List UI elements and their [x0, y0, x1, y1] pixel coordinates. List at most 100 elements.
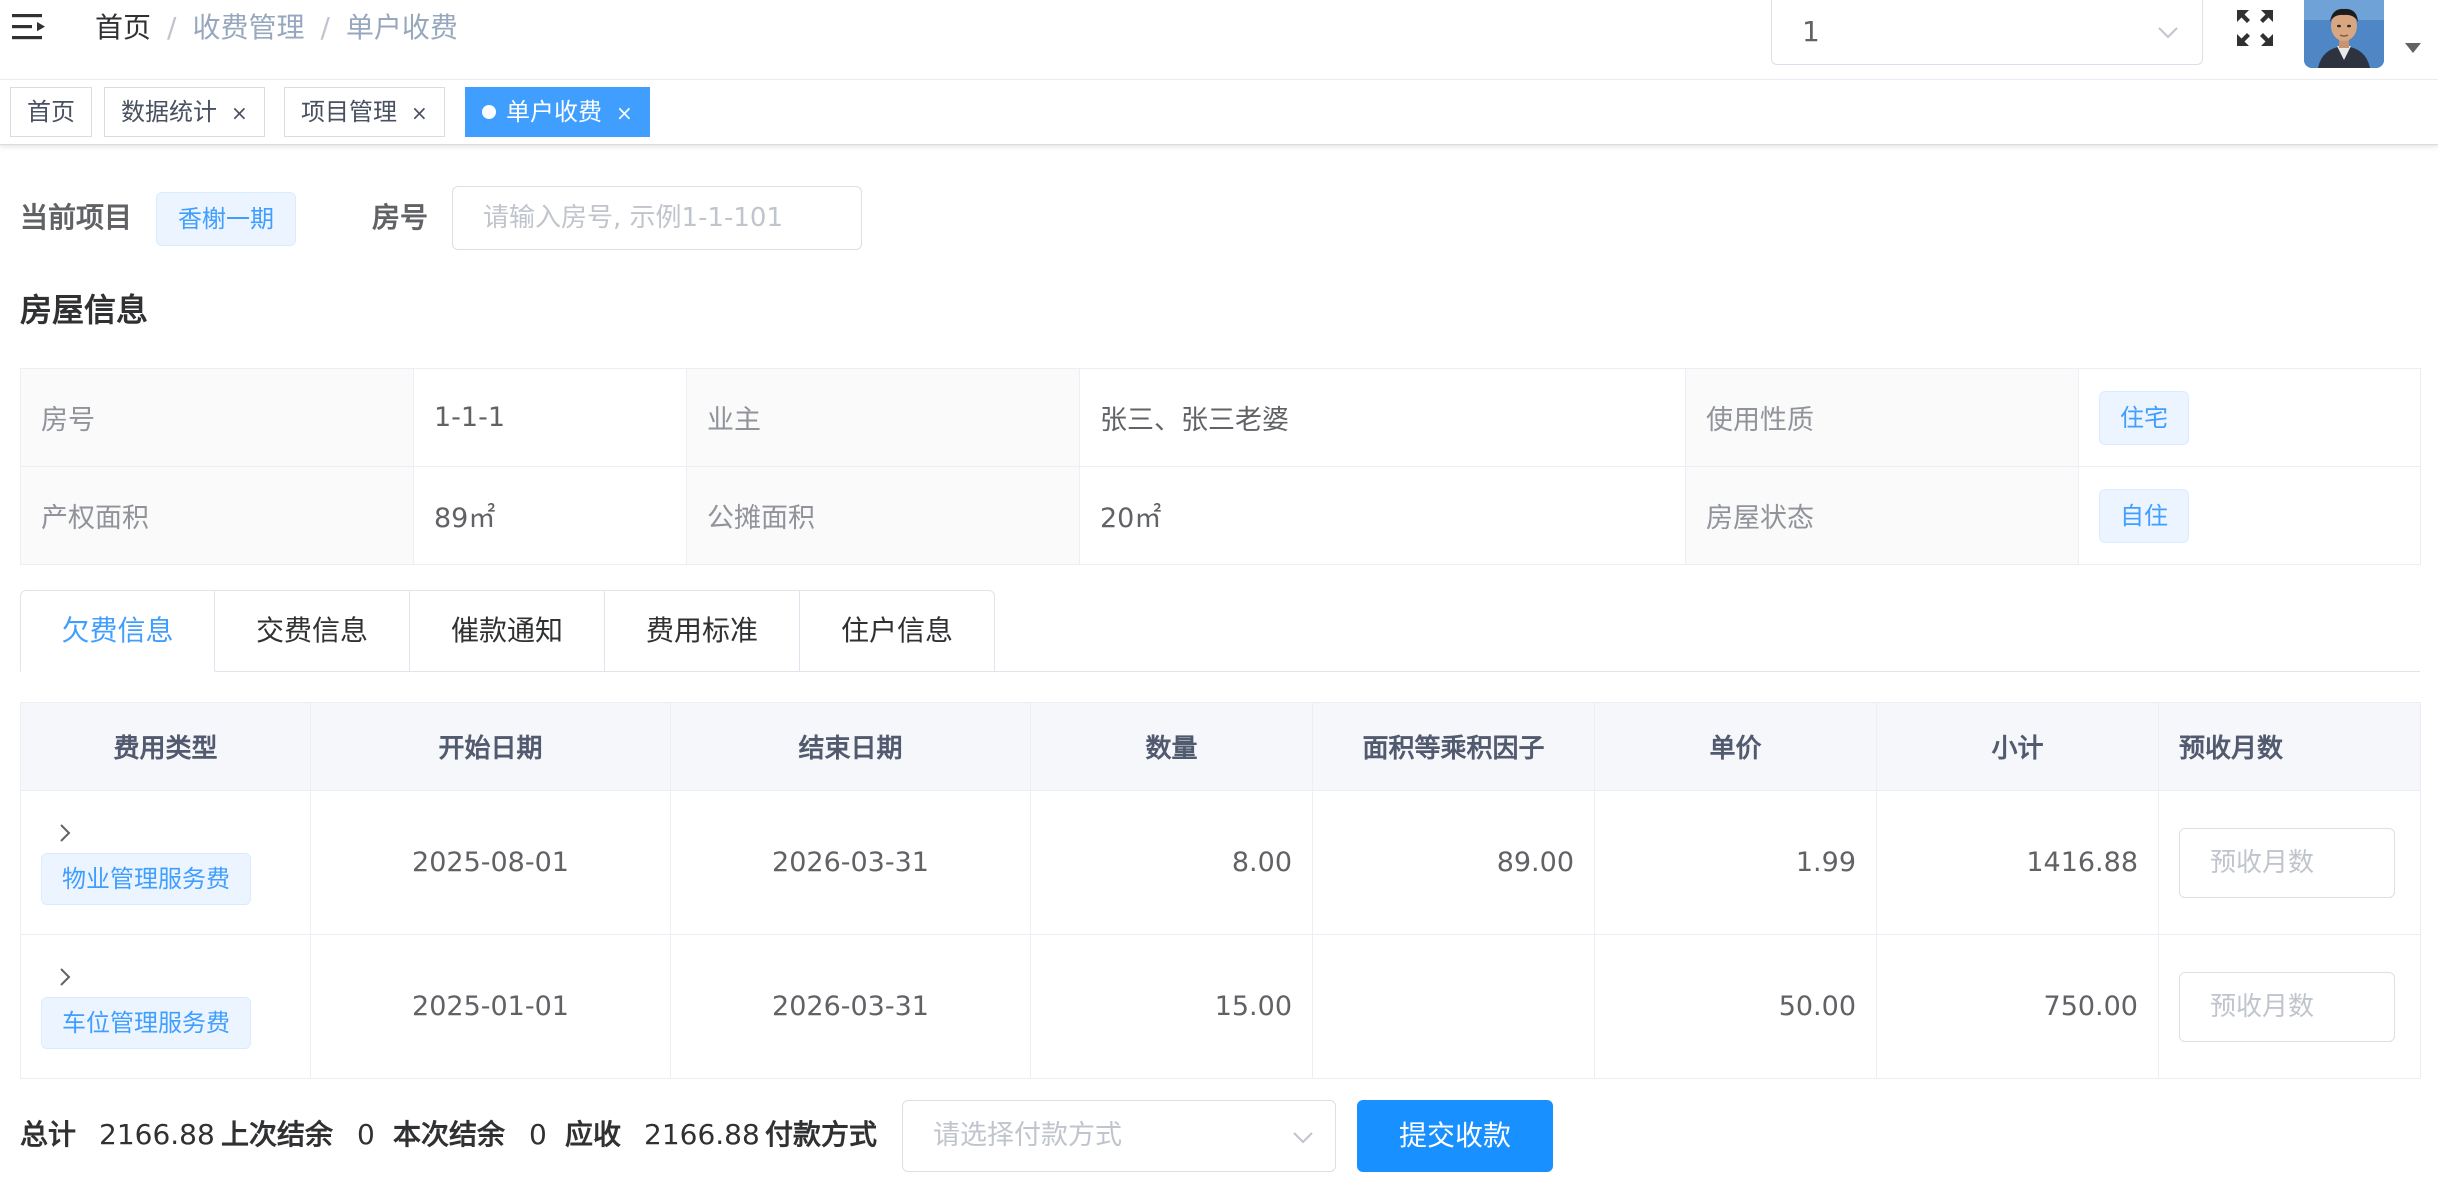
close-icon[interactable]: ×: [616, 89, 633, 137]
breadcrumb-fee-management[interactable]: 收费管理: [192, 11, 304, 44]
start-date-cell: 2025-08-01: [310, 790, 671, 935]
tags-view: 首页 数据统计 × 项目管理 × 单户收费 ×: [0, 80, 2438, 145]
room-number-input[interactable]: [452, 186, 862, 250]
hamburger-icon[interactable]: [12, 12, 48, 42]
caret-down-icon[interactable]: [2405, 43, 2421, 53]
prepaid-months-input[interactable]: [2179, 827, 2395, 898]
receivable-label: 应收: [565, 1118, 622, 1151]
table-row: 车位管理服务费 2025-01-01 2026-03-31 15.00 50.0…: [20, 934, 2421, 1079]
avatar[interactable]: [2304, 0, 2384, 68]
active-dot-icon: [482, 105, 496, 119]
usage-type-cell: 住宅: [2078, 368, 2421, 467]
tag-project-management[interactable]: 项目管理 ×: [284, 87, 445, 137]
chevron-down-icon: [1293, 1132, 1313, 1144]
tag-data-statistics[interactable]: 数据统计 ×: [104, 87, 265, 137]
tab-arrears-info[interactable]: 欠费信息: [20, 590, 215, 672]
col-header-prepaid-months: 预收月数: [2158, 702, 2421, 791]
shared-area-key: 公摊面积: [686, 466, 1080, 565]
table-row: 物业管理服务费 2025-08-01 2026-03-31 8.00 89.00…: [20, 790, 2421, 935]
chevron-right-icon[interactable]: [53, 965, 77, 989]
end-date-cell: 2026-03-31: [670, 790, 1031, 935]
col-header-quantity: 数量: [1030, 702, 1313, 791]
tag-single-household-fee[interactable]: 单户收费 ×: [465, 87, 650, 137]
house-info-row: 产权面积 89㎡ 公摊面积 20㎡ 房屋状态 自住: [20, 466, 2421, 565]
col-header-end-date: 结束日期: [670, 702, 1031, 791]
tab-payment-info[interactable]: 交费信息: [215, 590, 410, 672]
fee-type-cell: 物业管理服务费: [20, 790, 311, 935]
prepaid-months-cell: [2158, 790, 2421, 935]
house-status-key: 房屋状态: [1685, 466, 2079, 565]
close-icon[interactable]: ×: [411, 89, 428, 137]
tab-fee-standard[interactable]: 费用标准: [605, 590, 800, 672]
current-project-tag: 香榭一期: [156, 192, 296, 246]
col-header-factor: 面积等乘积因子: [1312, 702, 1595, 791]
quantity-cell: 15.00: [1030, 934, 1313, 1079]
chevron-right-icon[interactable]: [53, 821, 77, 845]
last-balance-value: 0: [357, 1118, 375, 1151]
total-label: 总计: [20, 1118, 77, 1151]
usage-type-tag: 住宅: [2099, 390, 2189, 445]
shared-area-value: 20㎡: [1079, 466, 1686, 565]
house-info-title: 房屋信息: [20, 291, 149, 329]
breadcrumb-separator: /: [320, 11, 330, 44]
end-date-cell: 2026-03-31: [670, 934, 1031, 1079]
house-info-table: 房号 1-1-1 业主 张三、张三老婆 使用性质 住宅 产权面积 89㎡ 公摊面…: [20, 368, 2421, 565]
payment-method-select[interactable]: 请选择付款方式: [902, 1100, 1336, 1172]
prepaid-months-cell: [2158, 934, 2421, 1079]
fee-type-tag: 车位管理服务费: [41, 996, 251, 1049]
usage-type-key: 使用性质: [1685, 368, 2079, 467]
fee-type-cell: 车位管理服务费: [20, 934, 311, 1079]
info-tabs: 欠费信息 交费信息 催款通知 费用标准 住户信息: [20, 590, 2420, 672]
col-header-fee-type: 费用类型: [20, 702, 311, 791]
tag-label: 单户收费: [506, 98, 602, 126]
property-area-value: 89㎡: [413, 466, 687, 565]
this-balance-label: 本次结余: [393, 1118, 506, 1151]
breadcrumb: 首页 / 收费管理 / 单户收费: [95, 8, 458, 48]
owner-value: 张三、张三老婆: [1079, 368, 1686, 467]
total-value: 2166.88: [99, 1118, 215, 1151]
col-header-unit-price: 单价: [1594, 702, 1877, 791]
tag-home[interactable]: 首页: [10, 87, 92, 137]
breadcrumb-separator: /: [167, 11, 177, 44]
chevron-down-icon: [2158, 27, 2178, 39]
close-icon[interactable]: ×: [231, 89, 248, 137]
house-info-row: 房号 1-1-1 业主 张三、张三老婆 使用性质 住宅: [20, 368, 2421, 467]
breadcrumb-home[interactable]: 首页: [95, 11, 151, 44]
room-number-key: 房号: [20, 368, 414, 467]
payment-method-placeholder: 请选择付款方式: [933, 1120, 1122, 1151]
receivable-value: 2166.88: [644, 1118, 760, 1151]
quantity-cell: 8.00: [1030, 790, 1313, 935]
fee-type-tag: 物业管理服务费: [41, 852, 251, 905]
tab-dunning-notice[interactable]: 催款通知: [410, 590, 605, 672]
unit-price-cell: 1.99: [1594, 790, 1877, 935]
tab-resident-info[interactable]: 住户信息: [800, 590, 995, 672]
col-header-subtotal: 小计: [1876, 702, 2159, 791]
tag-label: 项目管理: [301, 98, 397, 126]
last-balance-label: 上次结余: [221, 1118, 334, 1151]
table-header-row: 费用类型 开始日期 结束日期 数量 面积等乘积因子 单价 小计 预收月数: [20, 702, 2421, 791]
current-project-label: 当前项目: [20, 201, 133, 234]
factor-cell: 89.00: [1312, 790, 1595, 935]
room-number-value: 1-1-1: [413, 368, 687, 467]
tag-label: 数据统计: [121, 98, 217, 126]
house-status-tag: 自住: [2099, 488, 2189, 543]
unit-price-cell: 50.00: [1594, 934, 1877, 1079]
house-status-cell: 自住: [2078, 466, 2421, 565]
owner-key: 业主: [686, 368, 1080, 467]
project-select-value: 1: [1802, 15, 1820, 48]
subtotal-cell: 1416.88: [1876, 790, 2159, 935]
prepaid-months-input[interactable]: [2179, 971, 2395, 1042]
arrears-table: 费用类型 开始日期 结束日期 数量 面积等乘积因子 单价 小计 预收月数 物业管…: [20, 702, 2421, 1079]
subtotal-cell: 750.00: [1876, 934, 2159, 1079]
breadcrumb-single-household-fee: 单户收费: [345, 11, 458, 44]
payment-method-label: 付款方式: [765, 1118, 878, 1151]
col-header-start-date: 开始日期: [310, 702, 671, 791]
tag-label: 首页: [27, 98, 75, 126]
submit-payment-button[interactable]: 提交收款: [1357, 1100, 1553, 1172]
fullscreen-icon[interactable]: [2235, 8, 2275, 48]
navbar: 首页 / 收费管理 / 单户收费 1: [0, 0, 2438, 80]
this-balance-value: 0: [529, 1118, 547, 1151]
project-select[interactable]: 1: [1771, 0, 2203, 65]
property-area-key: 产权面积: [20, 466, 414, 565]
factor-cell: [1312, 934, 1595, 1079]
